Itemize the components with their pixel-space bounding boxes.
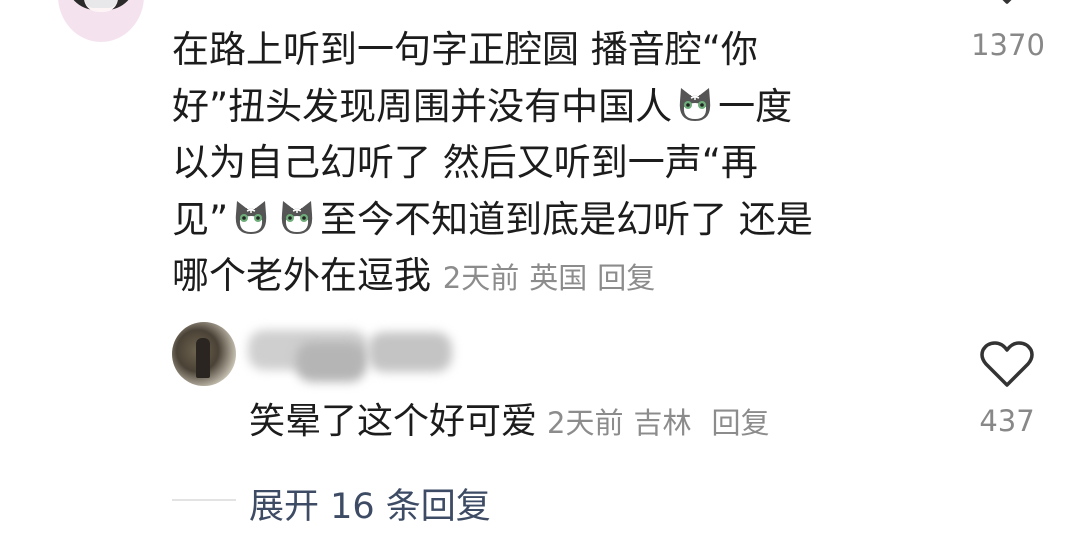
comment-meta: 2天前 英国 回复 — [443, 261, 655, 295]
like-count: 1370 — [971, 28, 1045, 62]
comment-line: 哪个老外在逗我 2天前 英国 回复 — [172, 254, 656, 297]
reply-username-blurred — [368, 332, 452, 372]
comment-thread: 1370 在路上听到一句字正腔圆 播音腔“你 好”扭头发现周围并没有中国人 一度… — [0, 0, 1080, 556]
comment-location: 英国 — [529, 261, 588, 295]
divider — [172, 499, 236, 501]
reply-location: 吉林 — [633, 406, 692, 440]
expand-replies-button[interactable]: 展开 16 条回复 — [249, 478, 491, 529]
heart-icon[interactable] — [985, 0, 1029, 8]
cat-emoji-icon — [675, 85, 715, 125]
reply-button[interactable]: 回复 — [597, 261, 655, 295]
comment-line: 以为自己幻听了 然后又听到一声“再 — [172, 141, 758, 184]
reply-time: 2天前 — [547, 406, 624, 440]
like-count: 437 — [979, 404, 1035, 438]
comment-line: 见” 至今不知道到底是幻听了 还是 — [172, 197, 813, 241]
reply-meta: 2天前 吉林 回复 — [537, 406, 769, 440]
reply-username-blurred — [296, 342, 366, 382]
reply-reply-button[interactable]: 回复 — [711, 406, 769, 440]
commenter-avatar[interactable] — [58, 0, 144, 42]
cat-emoji-icon — [277, 198, 317, 238]
cat-emoji-icon — [231, 198, 271, 238]
heart-icon[interactable] — [980, 340, 1034, 390]
comment-line: 好”扭头发现周围并没有中国人 一度 — [172, 84, 793, 128]
comment-time: 2天前 — [442, 261, 520, 295]
reply-avatar[interactable] — [172, 322, 236, 386]
reply-text[interactable]: 笑晕了这个好可爱 2天前 吉林 回复 — [249, 392, 770, 444]
comment-text[interactable]: 在路上听到一句字正腔圆 播音腔“你 好”扭头发现周围并没有中国人 一度 以为自己… — [172, 22, 932, 307]
comment-line: 在路上听到一句字正腔圆 播音腔“你 — [172, 28, 758, 71]
